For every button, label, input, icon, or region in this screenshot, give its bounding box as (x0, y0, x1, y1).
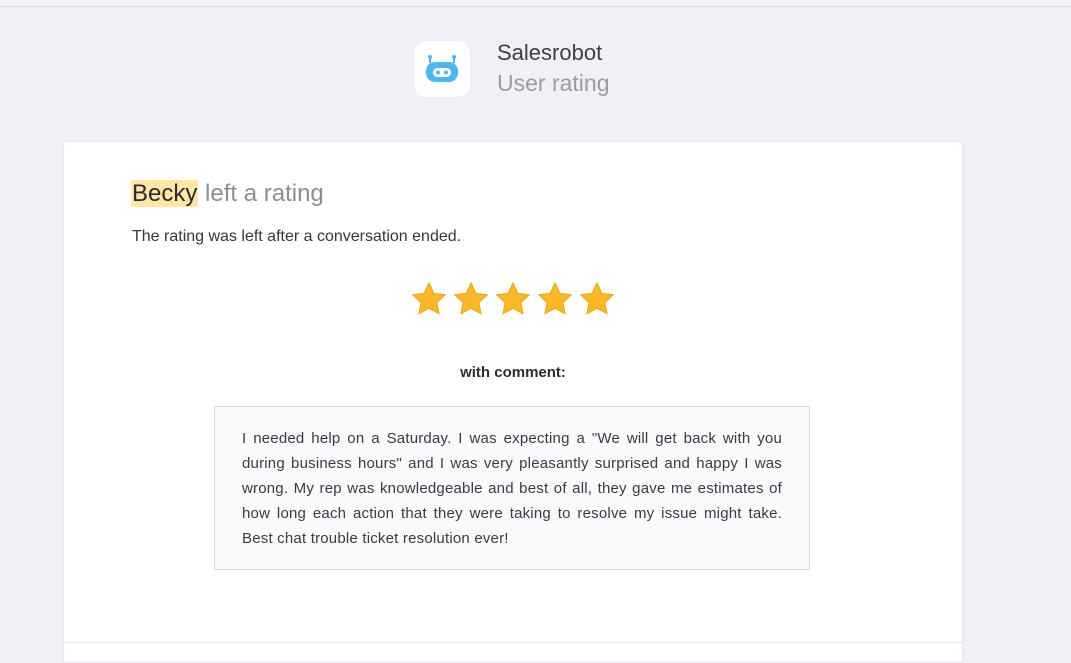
comment-label: with comment: (460, 364, 566, 381)
app-header: Salesrobot User rating (414, 40, 609, 98)
top-divider (0, 6, 1071, 7)
page-subtitle: User rating (497, 70, 610, 96)
rater-name: Becky (131, 180, 199, 207)
comment-text: I needed help on a Saturday. I was expec… (242, 430, 782, 547)
rating-description: The rating was left after a conversation… (132, 228, 462, 245)
card-divider (64, 642, 962, 643)
star-icon (496, 282, 530, 315)
star-icon (454, 282, 488, 315)
comment-box: I needed help on a Saturday. I was expec… (214, 406, 810, 570)
app-logo (414, 41, 470, 97)
app-name: Salesrobot (497, 40, 603, 65)
rating-title: Becky left a rating (131, 180, 324, 208)
star-icon (580, 282, 614, 315)
robot-icon (426, 55, 458, 82)
star-icon (412, 282, 446, 315)
star-icon (538, 282, 572, 315)
rating-card: Becky left a rating The rating was left … (63, 141, 963, 663)
rating-title-suffix: left a rating (198, 180, 324, 207)
star-rating (64, 280, 962, 318)
